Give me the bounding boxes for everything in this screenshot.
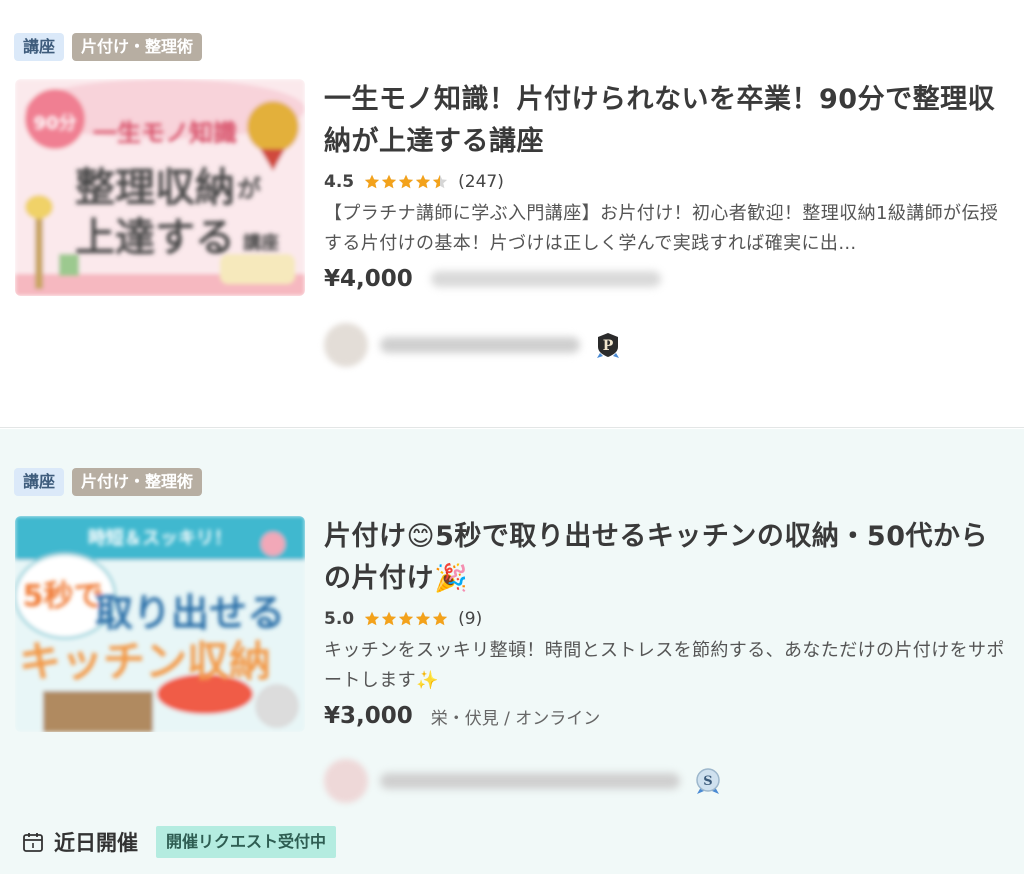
silver-badge-icon: S bbox=[696, 768, 720, 794]
event-status: 近日開催 開催リクエスト受付中 bbox=[22, 826, 337, 858]
course-description: 【プラチナ講師に学ぶ入門講座】お片付け！初心者歓迎！整理収納1級講師が伝授する片… bbox=[324, 203, 999, 254]
price-row: ¥3,000 栄・伏見 / オンライン bbox=[324, 698, 1012, 734]
thumb-line2: キッチン収納 bbox=[19, 637, 271, 686]
rating: 4.5 (247) bbox=[324, 169, 1012, 195]
thumb-line1: 取り出せる bbox=[95, 591, 285, 635]
thumb-line2b: が bbox=[237, 175, 261, 203]
star-icon bbox=[382, 174, 397, 189]
thumb-bubble: 5秒で bbox=[23, 579, 104, 614]
calendar-icon bbox=[23, 833, 43, 852]
star-icon bbox=[365, 174, 380, 189]
rating-count[interactable]: (247) bbox=[458, 172, 504, 192]
course-title[interactable]: 片付け😊5秒で取り出せるキッチンの収納・50代からの片付け🎉 bbox=[324, 516, 1012, 600]
course-thumbnail[interactable]: 時短＆スッキリ！ 5秒で 取り出せる キッチン収納 bbox=[15, 516, 305, 732]
type-tag[interactable]: 講座 bbox=[14, 33, 65, 61]
redacted-location bbox=[430, 271, 661, 287]
event-label: 近日開催 bbox=[54, 831, 138, 855]
star-icon bbox=[433, 174, 448, 189]
course-title[interactable]: 一生モノ知識！片付けられないを卒業！90分で整理収納が上達する講座 bbox=[324, 79, 1012, 163]
course-location: 栄・伏見 / オンライン bbox=[430, 708, 601, 729]
star-icon bbox=[399, 611, 414, 626]
request-status-badge: 開催リクエスト受付中 bbox=[156, 826, 337, 858]
tag-list: 講座 片付け・整理術 bbox=[14, 33, 203, 61]
teacher-info[interactable]: S bbox=[324, 759, 722, 803]
thumb-line3: 上達する bbox=[75, 215, 235, 261]
category-tag[interactable]: 片付け・整理術 bbox=[72, 468, 203, 496]
thumb-line1: 一生モノ知識 bbox=[93, 119, 237, 147]
star-icon bbox=[365, 611, 380, 626]
course-info: 一生モノ知識！片付けられないを卒業！90分で整理収納が上達する講座 4.5 (2… bbox=[324, 79, 1012, 297]
type-tag[interactable]: 講座 bbox=[14, 468, 65, 496]
svg-text:P: P bbox=[603, 338, 614, 354]
price-row: ¥4,000 bbox=[324, 261, 1012, 297]
course-info: 片付け😊5秒で取り出せるキッチンの収納・50代からの片付け🎉 5.0 (9) キ… bbox=[324, 516, 1012, 734]
star-icon bbox=[433, 611, 448, 626]
tag-list: 講座 片付け・整理術 bbox=[14, 468, 203, 496]
rating: 5.0 (9) bbox=[324, 606, 1012, 632]
course-description: キッチンをスッキリ整頓！時間とストレスを節約する、あなただけの片付けをサポートし… bbox=[324, 640, 1005, 691]
svg-text:S: S bbox=[703, 774, 712, 789]
course-thumbnail[interactable]: 90分 一生モノ知識 整理収納 が 上達する 講座 bbox=[15, 79, 305, 296]
course-price: ¥3,000 bbox=[324, 703, 413, 729]
star-icon bbox=[416, 611, 431, 626]
platinum-badge-icon: P bbox=[597, 333, 619, 358]
rating-value: 4.5 bbox=[324, 172, 355, 192]
course-card[interactable]: 講座 片付け・整理術 時短＆スッキリ！ 5秒で 取り出せる キッチン収納 片付け… bbox=[0, 429, 1024, 874]
teacher-name-redacted[interactable] bbox=[380, 337, 580, 353]
course-price: ¥4,000 bbox=[324, 266, 413, 292]
teacher-info[interactable]: P bbox=[324, 323, 622, 367]
course-card[interactable]: 講座 片付け・整理術 90分 一生モノ知識 整理収納 が 上達する 講座 一生モ… bbox=[0, 0, 1024, 428]
star-icon bbox=[382, 611, 397, 626]
teacher-avatar[interactable] bbox=[324, 323, 368, 367]
teacher-avatar[interactable] bbox=[324, 759, 368, 803]
thumb-line2: 整理収納 bbox=[75, 165, 235, 211]
thumb-badge-text: 90分 bbox=[33, 113, 76, 134]
rating-stars bbox=[364, 174, 448, 190]
thumb-line3b: 講座 bbox=[243, 232, 279, 254]
category-tag[interactable]: 片付け・整理術 bbox=[72, 33, 203, 61]
rating-count[interactable]: (9) bbox=[458, 609, 482, 629]
star-icon bbox=[416, 174, 431, 189]
rating-stars bbox=[364, 611, 448, 627]
thumb-banner: 時短＆スッキリ！ bbox=[88, 527, 232, 549]
rating-value: 5.0 bbox=[324, 609, 355, 629]
teacher-name-redacted[interactable] bbox=[380, 773, 680, 789]
star-icon bbox=[399, 174, 414, 189]
